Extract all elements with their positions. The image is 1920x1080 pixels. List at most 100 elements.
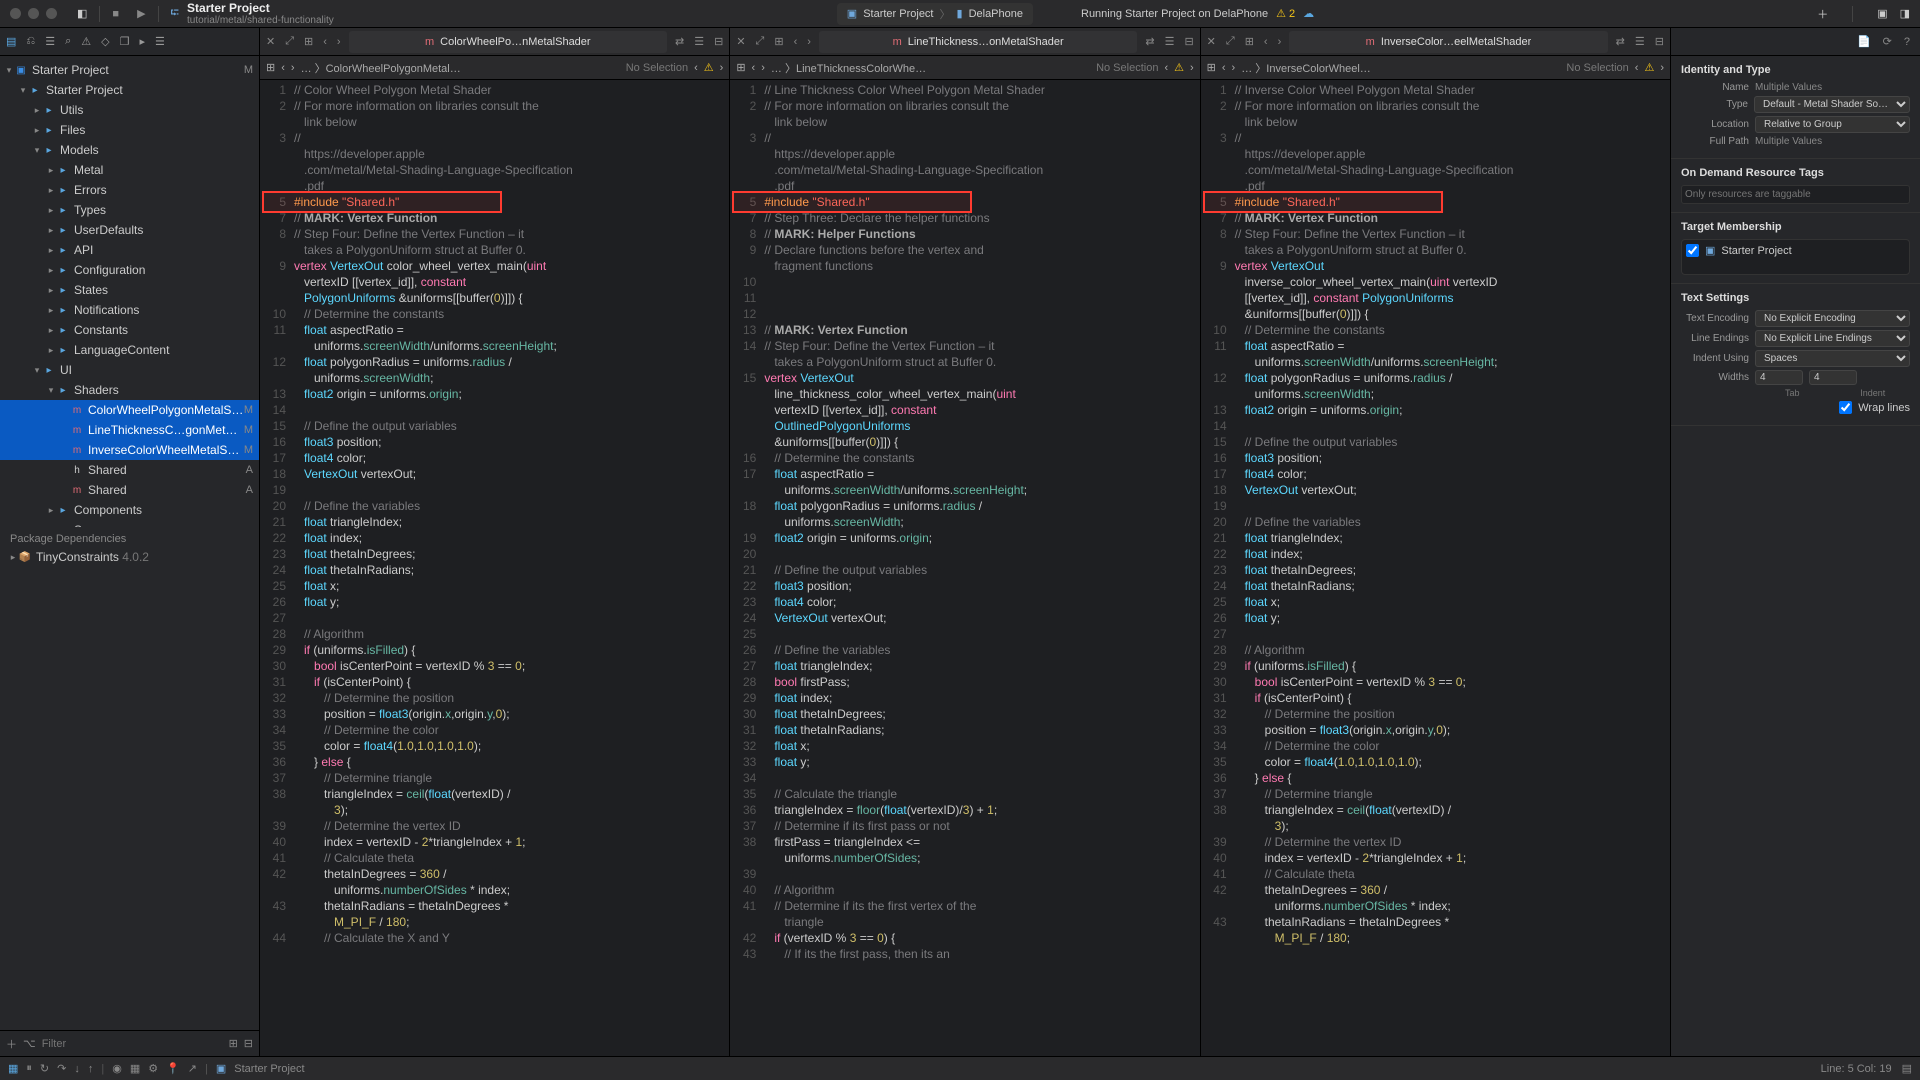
tree-item[interactable]: ▸▸Types (0, 200, 259, 220)
related-icon[interactable]: ⇄ (1143, 35, 1156, 48)
scheme-selector[interactable]: ▣Starter Project〉 ▮DelaPhone (837, 3, 1033, 25)
jump-bar[interactable]: ⊞‹› … 〉InverseColorWheel… No Selection ‹… (1201, 56, 1670, 80)
split-icon[interactable]: ⊟ (1182, 35, 1195, 48)
tree-item[interactable]: ▸▸Files (0, 120, 259, 140)
loc-icon[interactable]: 📍 (166, 1062, 180, 1075)
recent-icon[interactable]: ⊟ (244, 1037, 253, 1050)
close-icon[interactable]: ✕ (264, 35, 277, 48)
stop-button[interactable]: ■ (112, 8, 119, 20)
step-out-icon[interactable]: ↑ (88, 1063, 94, 1075)
more-icon[interactable]: ↗ (188, 1062, 197, 1075)
tree-item[interactable]: mColorWheelPolygonMetalShaderM (0, 400, 259, 420)
tree-item[interactable]: ▸▸Utils (0, 100, 259, 120)
add-icon[interactable]: ＋ (6, 1036, 17, 1052)
name-field[interactable]: Multiple Values (1755, 82, 1910, 93)
back-icon[interactable]: ‹ (321, 36, 329, 48)
tree-item[interactable]: ▾▸Models (0, 140, 259, 160)
tree-item[interactable]: ▸▸LanguageContent (0, 340, 259, 360)
grid-icon[interactable]: ⊞ (772, 35, 785, 48)
memory-icon[interactable]: ▦ (130, 1062, 140, 1075)
inspector-toggle-icon[interactable]: ◨ (1900, 7, 1910, 20)
debug-toggle-icon[interactable]: ▦ (8, 1062, 18, 1075)
close-icon[interactable]: ✕ (734, 35, 747, 48)
options-icon[interactable]: ☰ (1163, 35, 1177, 48)
tree-item[interactable]: ▸▸Notifications (0, 300, 259, 320)
grid-icon[interactable]: ⊞ (1243, 35, 1256, 48)
debug-view-icon[interactable]: ◉ (112, 1062, 122, 1075)
editor-tab[interactable]: mLineThickness…onMetalShader (819, 31, 1137, 53)
indent-width[interactable] (1809, 370, 1857, 385)
editor-tab[interactable]: mColorWheelPo…nMetalShader (349, 31, 667, 53)
ondemand-field (1681, 185, 1910, 204)
tab-width[interactable] (1755, 370, 1803, 385)
tree-item[interactable]: ▾▣Starter ProjectM (0, 60, 259, 80)
tree-item[interactable]: ▸▸UserDefaults (0, 220, 259, 240)
editor-tab[interactable]: mInverseColor…eelMetalShader (1289, 31, 1607, 53)
back-icon[interactable]: ‹ (792, 36, 800, 48)
type-select[interactable]: Default - Metal Shader So… (1754, 96, 1910, 113)
dependency-row[interactable]: ▸📦 TinyConstraints 4.0.2 (0, 547, 259, 567)
step-over-icon[interactable]: ↷ (57, 1062, 66, 1075)
wrap-checkbox[interactable]: Wrap lines (1839, 401, 1910, 414)
tree-item[interactable]: mLineThicknessC…gonMetalShaderM (0, 420, 259, 440)
split-icon[interactable]: ⊟ (712, 35, 725, 48)
tree-item[interactable]: ▸▸Errors (0, 180, 259, 200)
forward-icon[interactable]: › (1276, 36, 1284, 48)
cloud-icon[interactable]: ☁ (1303, 7, 1314, 20)
tree-item[interactable]: ▸▸API (0, 240, 259, 260)
expand-icon[interactable]: ⤢ (754, 35, 767, 48)
warning-badge[interactable]: ⚠ 2 (1276, 7, 1295, 20)
filter-input[interactable] (42, 1038, 223, 1050)
tree-item[interactable]: ▸▸Screens (0, 520, 259, 527)
tree-item[interactable]: hSharedA (0, 460, 259, 480)
tree-item[interactable]: ▸▸Metal (0, 160, 259, 180)
library-icon[interactable]: ▣ (1877, 7, 1887, 20)
step-in-icon[interactable]: ↓ (74, 1063, 80, 1075)
related-icon[interactable]: ⇄ (673, 35, 686, 48)
inspector-tabs[interactable]: 📄 ⟳ ? (1671, 28, 1920, 56)
location-select[interactable]: Relative to Group (1755, 116, 1910, 133)
options-icon[interactable]: ☰ (1633, 35, 1647, 48)
jump-bar[interactable]: ⊞‹› … 〉LineThicknessColorWhe… No Selecti… (730, 56, 1199, 80)
traffic-lights[interactable] (10, 8, 57, 19)
forward-icon[interactable]: › (805, 36, 813, 48)
tree-item[interactable]: ▾▸Shaders (0, 380, 259, 400)
related-icon[interactable]: ⇄ (1614, 35, 1627, 48)
forward-icon[interactable]: › (335, 36, 343, 48)
code-area[interactable]: 1// Color Wheel Polygon Metal Shader2// … (260, 80, 729, 1056)
tree-item[interactable]: ▸▸Constants (0, 320, 259, 340)
tree-item[interactable]: mInverseColorWheelMetalShaderM (0, 440, 259, 460)
tree-item[interactable]: ▸▸States (0, 280, 259, 300)
add-tab-icon[interactable]: ＋ (1817, 6, 1828, 22)
run-button[interactable]: ▶ (137, 7, 145, 20)
tree-item[interactable]: mSharedA (0, 480, 259, 500)
options-icon[interactable]: ☰ (692, 35, 706, 48)
jump-bar[interactable]: ⊞‹› … 〉ColorWheelPolygonMetal… No Select… (260, 56, 729, 80)
target-checkbox[interactable]: ▣Starter Project (1686, 244, 1905, 257)
grid-icon[interactable]: ⊞ (302, 35, 315, 48)
scope-icon[interactable]: ⊞ (229, 1037, 238, 1050)
console-toggle-icon[interactable]: ▤ (1902, 1062, 1912, 1075)
project-info[interactable]: Starter Project tutorial/metal/shared-fu… (187, 1, 334, 26)
file-tree[interactable]: ▾▣Starter ProjectM▾▸Starter Project▸▸Uti… (0, 56, 259, 527)
expand-icon[interactable]: ⤢ (283, 35, 296, 48)
expand-icon[interactable]: ⤢ (1224, 35, 1237, 48)
pause-icon[interactable]: ⏸ (26, 1062, 32, 1075)
env-icon[interactable]: ⚙ (148, 1062, 158, 1075)
sidebar-toggle-icon[interactable]: ◧ (77, 7, 87, 20)
tree-item[interactable]: ▾▸UI (0, 360, 259, 380)
close-icon[interactable]: ✕ (1205, 35, 1218, 48)
continue-icon[interactable]: ↻ (40, 1062, 49, 1075)
code-area[interactable]: 1// Inverse Color Wheel Polygon Metal Sh… (1201, 80, 1670, 1056)
tree-item[interactable]: ▸▸Components (0, 500, 259, 520)
tree-item[interactable]: ▸▸Configuration (0, 260, 259, 280)
split-icon[interactable]: ⊟ (1653, 35, 1666, 48)
lineendings-select[interactable]: No Explicit Line Endings (1755, 330, 1910, 347)
indent-select[interactable]: Spaces (1755, 350, 1910, 367)
tree-item[interactable]: ▾▸Starter Project (0, 80, 259, 100)
back-icon[interactable]: ‹ (1262, 36, 1270, 48)
debug-scheme[interactable]: Starter Project (234, 1063, 304, 1075)
code-area[interactable]: 1// Line Thickness Color Wheel Polygon M… (730, 80, 1199, 1056)
navigator-tabs[interactable]: ▤ ⎌ ☰ ⌕ ⚠ ◇ ❐ ▸ ☰ (0, 28, 259, 56)
encoding-select[interactable]: No Explicit Encoding (1755, 310, 1910, 327)
